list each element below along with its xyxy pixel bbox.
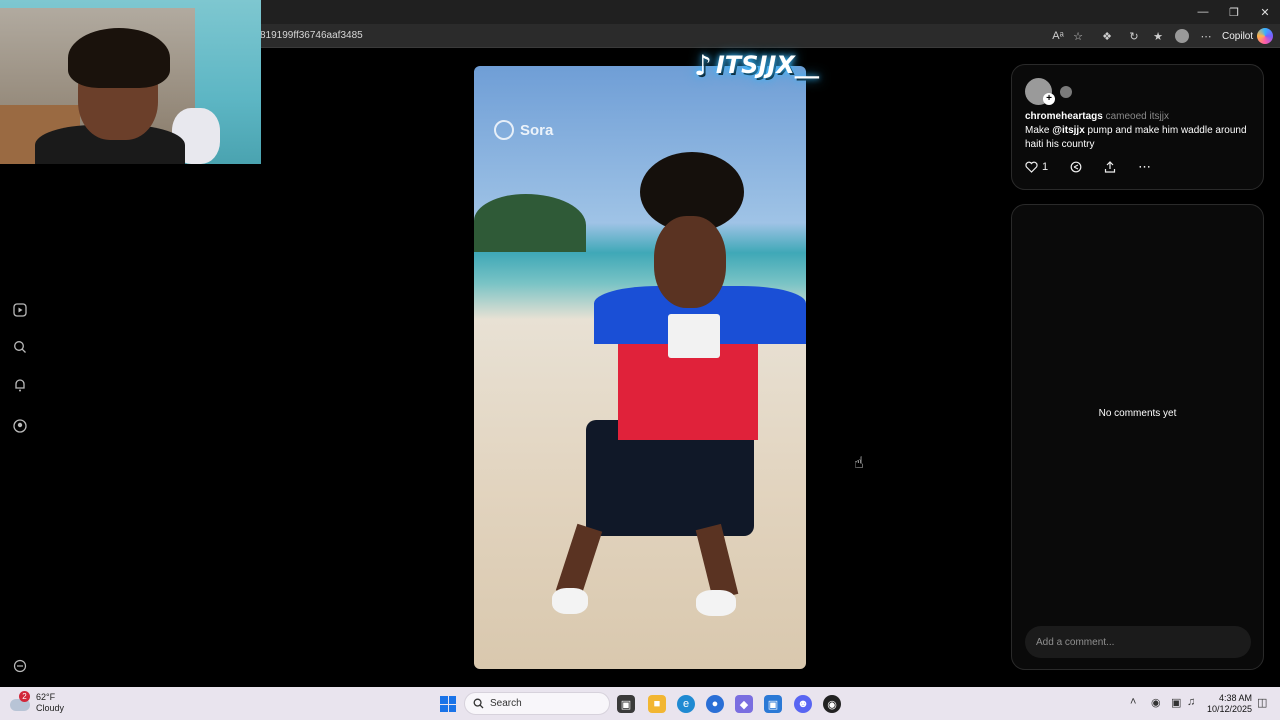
app-icon[interactable]: ◉: [823, 695, 841, 713]
follow-plus-icon[interactable]: +: [1043, 93, 1055, 105]
url-text[interactable]: 819199ff36746aaf3485: [260, 30, 363, 41]
tiktok-logo-icon: ♪: [694, 48, 712, 82]
weather-desc: Cloudy: [36, 703, 65, 713]
weather-temp: 62°F: [36, 692, 56, 702]
copilot-logo-icon: [1257, 28, 1274, 44]
hand-cursor-icon: ☝: [854, 455, 864, 472]
read-aloud-icon[interactable]: Aᵃ: [1050, 28, 1066, 44]
app-icon[interactable]: ◆: [735, 695, 753, 713]
tiktok-handle: ITSJJX__: [715, 51, 819, 79]
profile-avatar-icon[interactable]: [1174, 28, 1190, 44]
search-icon[interactable]: [12, 339, 28, 355]
taskbar-search[interactable]: Search: [464, 692, 610, 715]
no-comments-text: No comments yet: [1098, 408, 1177, 419]
caption-text: Make: [1025, 125, 1053, 136]
clock-date: 10/12/2025: [1206, 704, 1252, 714]
post-action: cameoed itsjjx: [1105, 111, 1169, 122]
taskbar-search-label: Search: [490, 698, 522, 709]
sora-logo-icon: [494, 120, 514, 140]
bell-icon[interactable]: [12, 377, 28, 393]
video-person-leg: [555, 523, 603, 599]
profile-icon[interactable]: [12, 418, 28, 434]
windows-taskbar: 2 62°F Cloudy Search ▣ ■ e ● ◆ ▣ ☻ ◉ ˄ ◉…: [0, 687, 1280, 720]
browser-menu-icon[interactable]: ⋯: [1198, 28, 1214, 44]
search-icon: [473, 698, 484, 709]
play-icon[interactable]: [12, 302, 28, 318]
discord-icon[interactable]: ☻: [794, 695, 812, 713]
favorite-star-icon[interactable]: ☆: [1070, 28, 1086, 44]
video-person-face: [654, 216, 726, 308]
notification-bell-icon[interactable]: ◫: [1257, 696, 1267, 709]
restore-button[interactable]: ❐: [1218, 0, 1250, 24]
video-person-shoe: [696, 590, 736, 616]
tracking-icon[interactable]: ↻: [1126, 28, 1142, 44]
remix-icon: [1070, 161, 1082, 173]
webcam-person-hair: [68, 28, 170, 88]
haiti-flag-emblem: [668, 314, 720, 358]
video-player[interactable]: Sora: [474, 66, 806, 669]
minimize-button[interactable]: —: [1187, 0, 1219, 24]
post-card: + chromeheartags cameoed itsjjx Make @it…: [1011, 64, 1264, 190]
like-button[interactable]: 1: [1025, 161, 1048, 173]
task-view-icon[interactable]: ▣: [617, 695, 635, 713]
weather-badge: 2: [19, 691, 30, 702]
minus-circle-icon[interactable]: [12, 658, 28, 674]
share-icon: [1105, 161, 1116, 173]
edge-browser-icon[interactable]: e: [677, 695, 695, 713]
video-island: [474, 194, 586, 252]
post-attribution: chromeheartags cameoed itsjjx: [1025, 111, 1169, 122]
copilot-button[interactable]: Copilot: [1222, 27, 1274, 45]
app-icon[interactable]: ●: [706, 695, 724, 713]
clock-time: 4:38 AM: [1218, 693, 1252, 703]
close-button[interactable]: ✕: [1249, 0, 1280, 24]
cloud-icon: 2: [10, 691, 30, 711]
microphone-icon[interactable]: ◉: [1151, 696, 1161, 709]
cameo-avatar[interactable]: [1060, 86, 1072, 98]
chevron-up-icon[interactable]: ˄: [1130, 696, 1136, 708]
remix-button[interactable]: [1070, 161, 1082, 173]
post-caption: Make @itsjjx pump and make him waddle ar…: [1025, 124, 1255, 152]
network-icon[interactable]: ▣: [1171, 696, 1181, 709]
caption-mention[interactable]: @itsjjx: [1052, 125, 1085, 136]
share-button[interactable]: [1104, 161, 1116, 173]
post-actions: 1 ⋯: [1025, 159, 1173, 175]
weather-widget[interactable]: 2 62°F Cloudy: [10, 691, 65, 714]
volume-icon[interactable]: ♫: [1187, 696, 1195, 708]
video-person-shirt: [618, 344, 758, 440]
system-clock[interactable]: 4:38 AM 10/12/2025: [1206, 693, 1252, 715]
store-icon[interactable]: ▣: [764, 695, 782, 713]
tiktok-watermark: ♪ ITSJJX__: [694, 44, 819, 86]
webcam-overlay: [0, 0, 261, 164]
windows-start-icon[interactable]: [440, 696, 456, 712]
sora-label: Sora: [520, 121, 554, 139]
copilot-label: Copilot: [1222, 30, 1254, 42]
video-person-shoe: [552, 588, 588, 614]
more-button[interactable]: ⋯: [1138, 159, 1151, 175]
extensions-icon[interactable]: ❖: [1099, 28, 1115, 44]
comment-input[interactable]: [1025, 626, 1251, 658]
like-count: 1: [1042, 161, 1049, 173]
file-explorer-icon[interactable]: ■: [648, 695, 666, 713]
comments-panel: No comments yet: [1011, 204, 1264, 670]
heart-icon: [1025, 161, 1038, 173]
favorites-icon[interactable]: ★: [1150, 28, 1166, 44]
sora-watermark: Sora: [494, 120, 553, 140]
more-icon: ⋯: [1138, 159, 1152, 174]
post-username[interactable]: chromeheartags: [1025, 111, 1103, 122]
